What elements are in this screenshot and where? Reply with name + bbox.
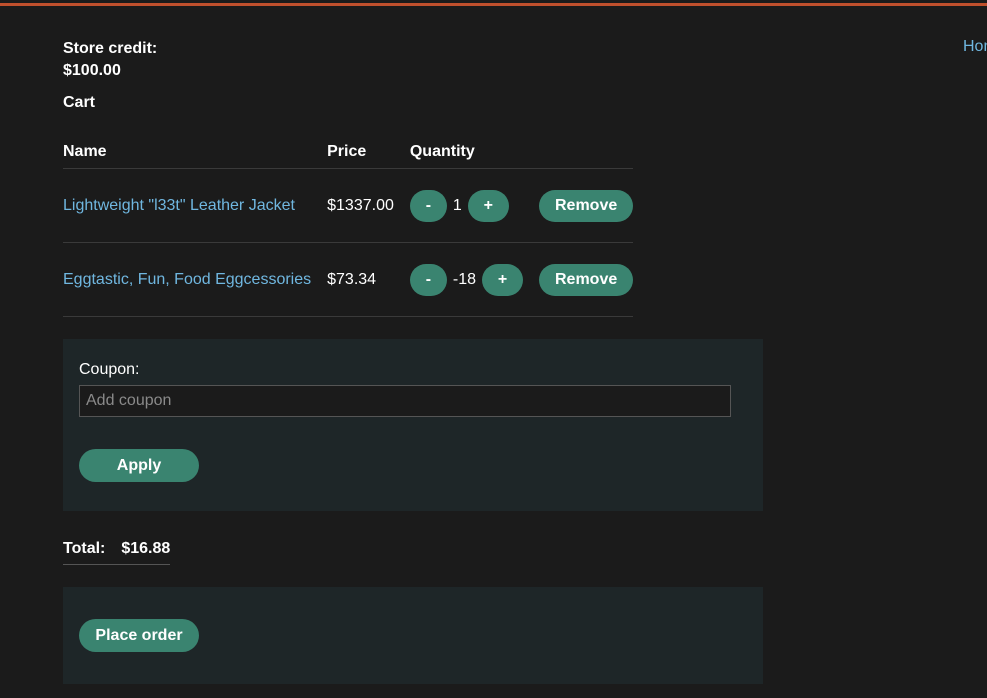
column-header-price: Price	[327, 142, 410, 169]
increment-quantity-button[interactable]: +	[481, 263, 523, 296]
order-panel: Place order	[63, 587, 763, 684]
cart-table: Name Price Quantity Lightweight "l33t" L…	[63, 142, 634, 317]
item-price: $1337.00	[327, 168, 410, 243]
home-link[interactable]: Home	[963, 38, 987, 56]
item-quantity: -18	[452, 270, 476, 288]
cart-heading: Cart	[63, 94, 96, 111]
coupon-panel: Coupon: Apply	[63, 339, 763, 511]
table-row: Eggtastic, Fun, Food Eggcessories $73.34…	[63, 242, 634, 317]
coupon-input[interactable]	[79, 385, 731, 417]
store-credit-value: $100.00	[63, 62, 121, 79]
quantity-stepper: - -18 +	[409, 263, 523, 296]
total-value: $16.88	[121, 540, 171, 557]
total-label: Total:	[63, 540, 106, 557]
total-summary: Total: $16.88	[63, 540, 171, 565]
item-quantity: 1	[452, 196, 462, 214]
column-header-quantity: Quantity	[409, 142, 539, 169]
remove-item-button[interactable]: Remove	[538, 189, 634, 222]
item-name-link[interactable]: Lightweight "l33t" Leather Jacket	[63, 197, 295, 214]
coupon-label: Coupon:	[79, 361, 140, 378]
item-price: $73.34	[327, 242, 410, 317]
decrement-quantity-button[interactable]: -	[409, 263, 447, 296]
store-credit-label: Store credit:	[63, 40, 158, 57]
top-accent-bar	[0, 3, 987, 6]
item-name-link[interactable]: Eggtastic, Fun, Food Eggcessories	[63, 271, 311, 288]
place-order-button[interactable]: Place order	[79, 619, 199, 652]
quantity-stepper: - 1 +	[409, 189, 523, 222]
column-header-name: Name	[63, 142, 328, 169]
cart-header-row: Name Price Quantity	[63, 142, 634, 169]
remove-item-button[interactable]: Remove	[538, 263, 634, 296]
apply-coupon-button[interactable]: Apply	[79, 449, 199, 482]
decrement-quantity-button[interactable]: -	[409, 189, 447, 222]
table-row: Lightweight "l33t" Leather Jacket $1337.…	[63, 168, 634, 243]
column-header-actions	[538, 142, 634, 169]
increment-quantity-button[interactable]: +	[467, 189, 509, 222]
cart-page: Store credit: $100.00 Cart Name Price Qu…	[63, 38, 763, 684]
